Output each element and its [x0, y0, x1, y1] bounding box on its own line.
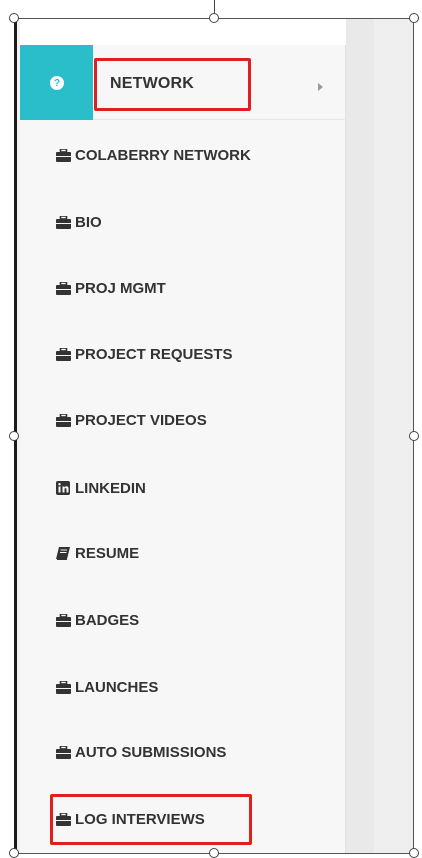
help-tab[interactable]: ?: [20, 45, 93, 120]
menu-item-label: BIO: [75, 213, 102, 231]
question-circle-icon: ?: [50, 76, 64, 90]
menu-item-colaberry-network[interactable]: COLABERRY NETWORK: [56, 143, 251, 167]
menu-item-launches[interactable]: LAUNCHES: [56, 675, 158, 699]
resize-handle-top-left[interactable]: [9, 13, 19, 23]
resize-handle-bottom-right[interactable]: [409, 848, 419, 858]
menu-item-linkedin[interactable]: LINKEDIN: [56, 476, 146, 500]
menu-item-badges[interactable]: BADGES: [56, 608, 139, 632]
briefcase-icon: [56, 281, 73, 296]
menu-item-project-requests[interactable]: PROJECT REQUESTS: [56, 342, 233, 366]
briefcase-icon: [56, 680, 73, 695]
rotation-handle-line: [214, 0, 215, 13]
menu-item-label: BADGES: [75, 611, 140, 629]
briefcase-icon: [56, 745, 73, 760]
menu-item-label: AUTO SUBMISSIONS: [75, 743, 227, 761]
menu-item-project-videos[interactable]: PROJECT VIDEOS: [56, 408, 207, 432]
resize-handle-right[interactable]: [409, 431, 419, 441]
chevron-right-icon: [318, 83, 323, 91]
top-strip: [20, 19, 346, 45]
menu-item-label: LAUNCHES: [75, 678, 159, 696]
content-pane: [374, 19, 413, 853]
resize-handle-top[interactable]: [209, 13, 219, 23]
menu-item-label: RESUME: [75, 544, 140, 562]
network-menu: ? NETWORK COLABERRY NETWORK BIO PROJ MGM…: [20, 45, 346, 853]
menu-item-label: LINKEDIN: [75, 479, 146, 497]
briefcase-icon: [56, 215, 73, 230]
menu-item-label: PROJECT REQUESTS: [75, 345, 233, 363]
resize-handle-top-right[interactable]: [409, 13, 419, 23]
briefcase-icon: [56, 148, 73, 163]
highlight-box-network: [94, 58, 251, 111]
menu-item-bio[interactable]: BIO: [56, 210, 102, 234]
linkedin-icon: [56, 481, 73, 496]
menu-item-auto-submissions[interactable]: AUTO SUBMISSIONS: [56, 740, 226, 764]
resize-handle-bottom-left[interactable]: [9, 848, 19, 858]
menu-item-label: PROJ MGMT: [75, 279, 166, 297]
menu-item-label: PROJECT VIDEOS: [75, 411, 207, 429]
briefcase-icon: [56, 613, 73, 628]
resize-handle-left[interactable]: [9, 431, 19, 441]
briefcase-icon: [56, 413, 73, 428]
briefcase-icon: [56, 347, 73, 362]
book-icon: [56, 546, 73, 561]
menu-item-label: COLABERRY NETWORK: [75, 146, 251, 164]
menu-item-resume[interactable]: RESUME: [56, 541, 139, 565]
content-pane-divider: [346, 19, 374, 853]
menu-item-proj-mgmt[interactable]: PROJ MGMT: [56, 276, 166, 300]
resize-handle-bottom[interactable]: [209, 848, 219, 858]
highlight-box-log-interviews: [50, 794, 252, 845]
